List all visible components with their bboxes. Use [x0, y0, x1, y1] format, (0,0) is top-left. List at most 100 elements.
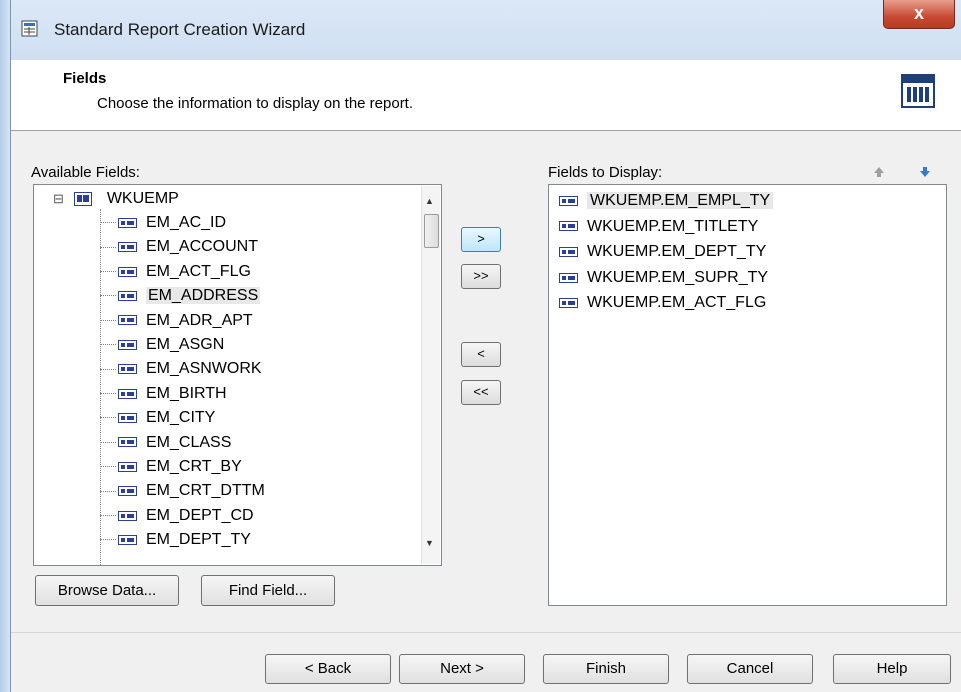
available-field-label: EM_ASNWORK — [146, 360, 262, 378]
available-scrollbar[interactable]: ▲ ▼ — [421, 186, 440, 564]
available-field-item[interactable]: EM_ADDRESS — [100, 284, 261, 308]
display-field-item[interactable]: WKUEMP.EM_DEPT_TY — [559, 239, 766, 264]
field-icon — [118, 339, 137, 350]
tree-content: ⊟ WKUEMP EM_AC_ID EM_ACCOUNT EM_ACT_FLG EM_… — [45, 185, 452, 565]
find-field-button[interactable]: Find Field... — [201, 575, 335, 606]
tree-connector — [100, 466, 116, 468]
available-field-label: EM_CLASS — [146, 433, 232, 451]
footer-divider — [11, 632, 961, 633]
available-field-item[interactable]: EM_CLASS — [100, 431, 231, 455]
available-field-label: EM_ACCOUNT — [146, 238, 259, 256]
window-title: Standard Report Creation Wizard — [54, 20, 306, 39]
tree-connector — [100, 515, 116, 517]
scroll-down-icon[interactable]: ▼ — [425, 538, 434, 548]
wizard-window: Standard Report Creation Wizard x Fields… — [10, 0, 961, 692]
back-button[interactable]: < Back — [265, 654, 391, 684]
field-icon — [118, 461, 137, 472]
page-subtitle: Choose the information to display on the… — [97, 95, 414, 112]
page-title: Fields — [63, 70, 107, 87]
available-field-label: EM_AC_ID — [146, 214, 227, 231]
available-fields-label: Available Fields: — [31, 164, 140, 181]
tree-connector — [100, 246, 116, 248]
wizard-header: Fields Choose the information to display… — [11, 60, 961, 131]
available-field-item[interactable]: EM_ASGN — [100, 333, 224, 357]
available-field-item[interactable]: EM_CRT_DTTM — [100, 479, 265, 503]
available-field-item[interactable]: EM_DEPT_CD — [100, 504, 254, 528]
help-button[interactable]: Help — [833, 654, 951, 684]
title-bar: Standard Report Creation Wizard x — [11, 0, 961, 60]
available-field-label: EM_DEPT_CD — [146, 506, 254, 524]
available-field-label: EM_CITY — [146, 409, 216, 427]
collapse-icon[interactable]: ⊟ — [53, 191, 64, 206]
display-field-label: WKUEMP.EM_ACT_FLG — [587, 294, 767, 312]
available-field-item[interactable]: EM_CRT_BY — [100, 455, 242, 479]
window-edge — [0, 0, 10, 692]
table-icon — [74, 191, 93, 206]
available-field-item[interactable]: EM_ASNWORK — [100, 357, 262, 381]
add-all-fields-button[interactable]: >> — [461, 264, 501, 289]
scroll-thumb[interactable] — [424, 214, 439, 248]
close-icon: x — [913, 3, 924, 23]
field-icon — [118, 315, 137, 326]
available-field-label: EM_CRT_BY — [146, 458, 242, 475]
field-icon — [118, 242, 137, 253]
move-down-icon[interactable] — [919, 166, 931, 178]
display-field-item[interactable]: WKUEMP.EM_ACT_FLG — [559, 290, 766, 315]
remove-all-fields-button[interactable]: << — [461, 380, 501, 405]
available-field-label: EM_DEPT_TY — [146, 531, 251, 549]
finish-button[interactable]: Finish — [543, 654, 669, 684]
available-field-item[interactable]: EM_ADR_APT — [100, 309, 253, 333]
browse-data-button[interactable]: Browse Data... — [35, 575, 179, 606]
remove-field-button[interactable]: < — [461, 342, 501, 367]
available-field-label: EM_ADDRESS — [146, 287, 261, 305]
tree-connector — [100, 393, 116, 395]
display-field-label: WKUEMP.EM_DEPT_TY — [587, 243, 767, 261]
available-field-label: EM_ADR_APT — [146, 311, 253, 329]
report-app-icon — [21, 20, 38, 37]
display-fields-list[interactable]: WKUEMP.EM_EMPL_TY WKUEMP.EM_TITLETY WKUEMP… — [548, 184, 947, 606]
field-icon — [118, 266, 137, 277]
tree-connector — [100, 441, 116, 443]
available-field-item[interactable]: EM_CITY — [100, 406, 215, 430]
display-field-item[interactable]: WKUEMP.EM_TITLETY — [559, 214, 758, 239]
tree-root[interactable]: ⊟ WKUEMP — [53, 187, 179, 211]
available-field-label: EM_CRT_DTTM — [146, 482, 265, 500]
field-icon — [118, 412, 137, 423]
available-field-item[interactable]: EM_BIRTH — [100, 382, 227, 406]
close-button[interactable]: x — [883, 0, 955, 29]
tree-connector — [100, 271, 116, 273]
next-button[interactable]: Next > — [399, 654, 525, 684]
available-field-label: EM_BIRTH — [146, 384, 227, 402]
field-icon — [118, 486, 137, 497]
field-icon — [559, 221, 578, 232]
field-icon — [118, 437, 137, 448]
field-icon — [118, 534, 137, 545]
scroll-up-icon[interactable]: ▲ — [425, 196, 434, 206]
tree-connector — [100, 490, 116, 492]
available-field-item[interactable]: EM_DEPT_TY — [100, 528, 251, 552]
available-field-label: EM_ASGN — [146, 336, 225, 353]
cancel-button[interactable]: Cancel — [687, 654, 813, 684]
field-icon — [559, 195, 578, 206]
tree-root-label: WKUEMP — [106, 190, 179, 207]
field-icon — [118, 510, 137, 521]
available-field-item[interactable]: EM_ACT_FLG — [100, 260, 251, 284]
table-report-icon — [901, 74, 935, 108]
tree-connector — [100, 368, 116, 370]
tree-connector — [100, 417, 116, 419]
move-up-icon[interactable] — [873, 166, 885, 178]
available-field-item[interactable]: EM_ACCOUNT — [100, 235, 258, 259]
available-field-item[interactable]: EM_AC_ID — [100, 211, 226, 235]
field-icon — [559, 298, 578, 309]
field-icon — [559, 246, 578, 257]
display-field-label: WKUEMP.EM_TITLETY — [587, 217, 759, 235]
add-field-button[interactable]: > — [461, 227, 501, 252]
tree-connector — [100, 319, 116, 321]
display-field-label: WKUEMP.EM_SUPR_TY — [587, 268, 769, 286]
field-icon — [118, 388, 137, 399]
field-icon — [118, 217, 137, 228]
field-icon — [559, 272, 578, 283]
display-field-item[interactable]: WKUEMP.EM_EMPL_TY — [559, 188, 774, 213]
display-field-item[interactable]: WKUEMP.EM_SUPR_TY — [559, 265, 768, 290]
display-fields-label: Fields to Display: — [548, 164, 663, 181]
